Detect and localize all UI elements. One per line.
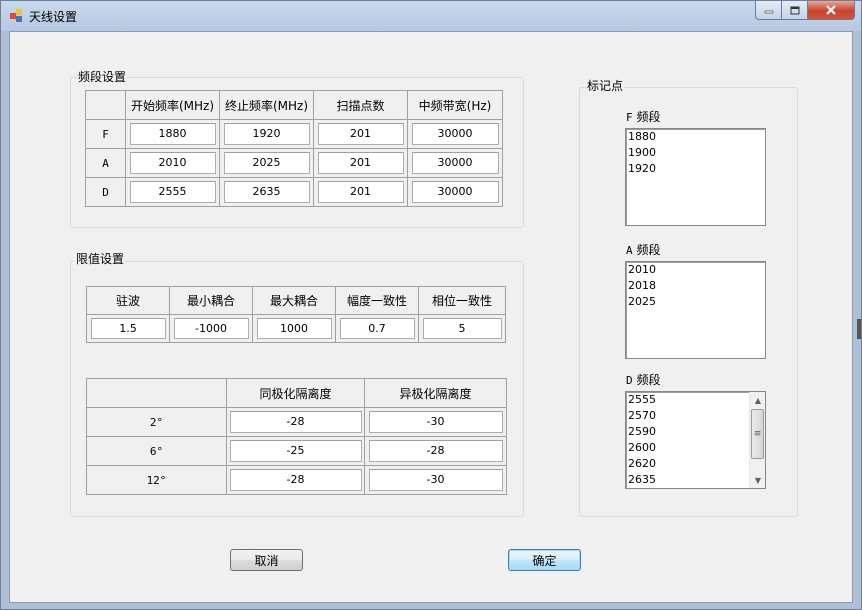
header-stop-freq: 终止频率(MHz) — [219, 90, 314, 120]
co-pol-input[interactable]: -25 — [229, 440, 362, 462]
d-band-label: D 频段 — [626, 371, 660, 388]
list-item[interactable]: 2620 — [626, 456, 765, 472]
band-settings-table: 开始频率(MHz) 终止频率(MHz) 扫描点数 中频带宽(Hz) F 1880… — [85, 90, 503, 207]
header-vswr: 驻波 — [86, 286, 170, 315]
vswr-input[interactable]: 1.5 — [90, 318, 166, 339]
list-item[interactable]: 2600 — [626, 440, 765, 456]
table-row: A 2010 2025 201 30000 — [85, 148, 503, 178]
table-row: 2° -28 -30 — [86, 407, 507, 437]
header-max-coupling: 最大耦合 — [252, 286, 336, 315]
cancel-button[interactable]: 取消 — [230, 549, 303, 571]
window-edge-marker — [857, 319, 861, 339]
list-item[interactable]: 1880 — [626, 129, 765, 145]
max-coupling-input[interactable]: 1000 — [256, 318, 332, 339]
a-band-label-prefix: A — [626, 244, 633, 257]
minimize-icon — [764, 10, 773, 14]
d-band-marker-list[interactable]: 2555 2570 2590 2600 2620 2635 ▲ ≡ ▼ — [625, 391, 766, 489]
band-name-cell: A — [85, 148, 126, 178]
ok-button[interactable]: 确定 — [508, 549, 581, 571]
scroll-down-icon[interactable]: ▼ — [750, 472, 765, 488]
limit-values-table: 驻波 最小耦合 最大耦合 幅度一致性 相位一致性 1.5 -1000 1000 … — [86, 286, 506, 343]
stop-freq-input[interactable]: 1920 — [223, 123, 310, 145]
list-item[interactable]: 2635 — [626, 472, 765, 488]
maximize-button[interactable] — [782, 1, 808, 20]
start-freq-input[interactable]: 2555 — [129, 181, 216, 203]
scan-points-input[interactable]: 201 — [317, 181, 404, 203]
a-band-label: A 频段 — [626, 241, 660, 258]
cross-pol-input[interactable]: -30 — [368, 469, 503, 491]
isolation-table: 同极化隔离度 异极化隔离度 2° -28 -30 6° -25 -28 12° … — [86, 378, 507, 495]
antenna-settings-window: 天线设置 频段设置 开始频率(MHz) 终止频率(MHz) 扫描点数 中频带宽(… — [0, 0, 862, 610]
start-freq-input[interactable]: 2010 — [129, 152, 216, 174]
maximize-icon — [790, 6, 799, 14]
table-row: 1.5 -1000 1000 0.7 5 — [86, 314, 506, 343]
list-item[interactable]: 2590 — [626, 424, 765, 440]
header-min-coupling: 最小耦合 — [169, 286, 253, 315]
cross-pol-input[interactable]: -28 — [368, 440, 503, 462]
stop-freq-input[interactable]: 2025 — [223, 152, 310, 174]
d-band-label-text: 频段 — [636, 373, 661, 387]
table-row: D 2555 2635 201 30000 — [85, 177, 503, 207]
list-item[interactable]: 2555 — [626, 392, 765, 408]
band-settings-label: 频段设置 — [77, 70, 128, 84]
if-bandwidth-input[interactable]: 30000 — [411, 181, 499, 203]
angle-cell: 6° — [86, 436, 227, 466]
table-row: F 1880 1920 201 30000 — [85, 119, 503, 149]
list-item[interactable]: 2018 — [626, 278, 765, 294]
scroll-up-icon[interactable]: ▲ — [750, 392, 765, 408]
if-bandwidth-input[interactable]: 30000 — [411, 123, 499, 145]
minimize-button[interactable] — [755, 1, 782, 20]
marker-points-label: 标记点 — [586, 79, 625, 93]
list-item[interactable]: 1920 — [626, 161, 765, 177]
title-bar[interactable]: 天线设置 — [1, 1, 861, 31]
cross-pol-input[interactable]: -30 — [368, 411, 503, 433]
app-icon — [10, 9, 22, 22]
d-band-label-prefix: D — [626, 374, 633, 387]
limit-settings-label: 限值设置 — [75, 252, 126, 266]
f-band-label-text: 频段 — [636, 110, 661, 124]
close-button[interactable] — [808, 1, 855, 20]
scan-points-input[interactable]: 201 — [317, 152, 404, 174]
client-area: 频段设置 开始频率(MHz) 终止频率(MHz) 扫描点数 中频带宽(Hz) F… — [9, 31, 853, 603]
table-row: 6° -25 -28 — [86, 436, 507, 466]
if-bandwidth-input[interactable]: 30000 — [411, 152, 499, 174]
header-co-pol-isolation: 同极化隔离度 — [226, 378, 365, 408]
co-pol-input[interactable]: -28 — [229, 469, 362, 491]
list-item[interactable]: 2025 — [626, 294, 765, 310]
band-header-corner — [85, 90, 126, 120]
header-phase-consistency: 相位一致性 — [418, 286, 506, 315]
table-row: 12° -28 -30 — [86, 465, 507, 495]
f-band-label-prefix: F — [626, 111, 633, 124]
a-band-label-text: 频段 — [636, 243, 661, 257]
header-cross-pol-isolation: 异极化隔离度 — [364, 378, 507, 408]
angle-cell: 12° — [86, 465, 227, 495]
f-band-label: F 频段 — [626, 108, 660, 125]
iso-header-corner — [86, 378, 227, 408]
co-pol-input[interactable]: -28 — [229, 411, 362, 433]
list-item[interactable]: 2010 — [626, 262, 765, 278]
list-item[interactable]: 1900 — [626, 145, 765, 161]
start-freq-input[interactable]: 1880 — [129, 123, 216, 145]
header-if-bandwidth: 中频带宽(Hz) — [407, 90, 503, 120]
header-start-freq: 开始频率(MHz) — [125, 90, 220, 120]
a-band-marker-list[interactable]: 2010 2018 2025 — [625, 261, 766, 359]
list-item[interactable]: 2570 — [626, 408, 765, 424]
amplitude-consistency-input[interactable]: 0.7 — [339, 318, 415, 339]
close-icon — [826, 5, 836, 15]
f-band-marker-list[interactable]: 1880 1900 1920 — [625, 128, 766, 226]
angle-cell: 2° — [86, 407, 227, 437]
window-title: 天线设置 — [29, 10, 78, 24]
min-coupling-input[interactable]: -1000 — [173, 318, 249, 339]
header-scan-points: 扫描点数 — [313, 90, 408, 120]
scan-points-input[interactable]: 201 — [317, 123, 404, 145]
stop-freq-input[interactable]: 2635 — [223, 181, 310, 203]
band-name-cell: F — [85, 119, 126, 149]
scrollbar-thumb[interactable]: ≡ — [751, 409, 764, 459]
d-band-list-scrollbar[interactable]: ▲ ≡ ▼ — [749, 392, 765, 488]
phase-consistency-input[interactable]: 5 — [422, 318, 502, 339]
band-name-cell: D — [85, 177, 126, 207]
header-amplitude-consistency: 幅度一致性 — [335, 286, 419, 315]
